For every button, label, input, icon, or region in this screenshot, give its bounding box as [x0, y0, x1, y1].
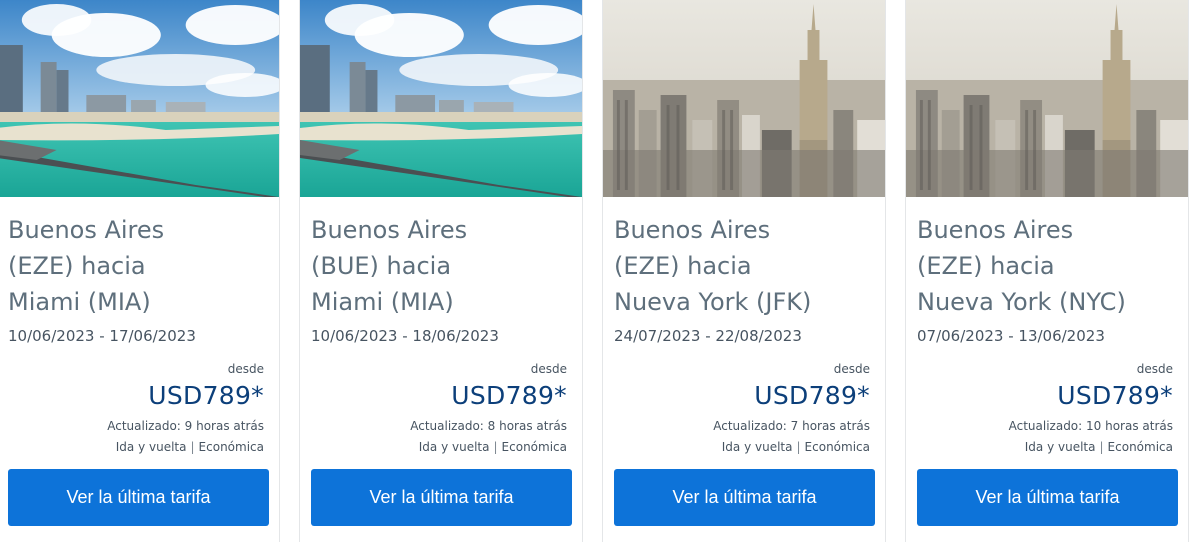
trip-type: Ida y vuelta — [115, 440, 187, 454]
updated-time: Actualizado: 10 horas atrás — [1008, 419, 1173, 433]
travel-dates: 10/06/2023 - 18/06/2023 — [311, 327, 499, 345]
route-title: Buenos Aires (BUE) hacia Miami (MIA) — [311, 212, 573, 320]
route-origin-code: (EZE) hacia — [8, 252, 146, 280]
trip-details: Ida y vuelta | Económica — [116, 440, 264, 454]
view-latest-fare-button[interactable]: Ver la última tarifa — [917, 469, 1178, 526]
cabin-class: Económica — [501, 440, 567, 454]
route-origin-code: (BUE) hacia — [311, 252, 452, 280]
trip-type: Ida y vuelta — [721, 440, 793, 454]
fare-price: USD789* — [754, 381, 870, 410]
view-latest-fare-button[interactable]: Ver la última tarifa — [311, 469, 572, 526]
cabin-class: Económica — [1107, 440, 1173, 454]
from-label: desde — [1136, 362, 1173, 376]
route-origin: Buenos Aires — [311, 216, 468, 244]
updated-time: Actualizado: 7 horas atrás — [713, 419, 870, 433]
trip-separator: | — [190, 440, 195, 454]
new-york-skyline-photo — [603, 0, 885, 197]
route-title: Buenos Aires (EZE) hacia Nueva York (JFK… — [614, 212, 876, 320]
fare-card-miami-eze: Buenos Aires (EZE) hacia Miami (MIA) 10/… — [0, 0, 280, 542]
travel-dates: 07/06/2023 - 13/06/2023 — [917, 327, 1105, 345]
cabin-class: Económica — [804, 440, 870, 454]
fare-card-new-york-jfk: Buenos Aires (EZE) hacia Nueva York (JFK… — [602, 0, 886, 542]
view-latest-fare-button[interactable]: Ver la última tarifa — [8, 469, 269, 526]
fare-card-miami-bue: Buenos Aires (BUE) hacia Miami (MIA) 10/… — [299, 0, 583, 542]
route-origin-code: (EZE) hacia — [614, 252, 752, 280]
route-title: Buenos Aires (EZE) hacia Miami (MIA) — [8, 212, 270, 320]
trip-type: Ida y vuelta — [1024, 440, 1096, 454]
trip-separator: | — [493, 440, 498, 454]
miami-beach-photo — [300, 0, 582, 197]
fare-card-new-york-nyc: Buenos Aires (EZE) hacia Nueva York (NYC… — [905, 0, 1189, 542]
fare-price: USD789* — [1057, 381, 1173, 410]
updated-time: Actualizado: 9 horas atrás — [107, 419, 264, 433]
view-latest-fare-button[interactable]: Ver la última tarifa — [614, 469, 875, 526]
from-label: desde — [833, 362, 870, 376]
travel-dates: 24/07/2023 - 22/08/2023 — [614, 327, 802, 345]
route-origin: Buenos Aires — [917, 216, 1074, 244]
route-destination: Nueva York (JFK) — [614, 288, 812, 316]
route-destination: Miami (MIA) — [8, 288, 151, 316]
new-york-skyline-photo — [906, 0, 1188, 197]
fare-cards-row: Buenos Aires (EZE) hacia Miami (MIA) 10/… — [0, 0, 1200, 542]
trip-separator: | — [1099, 440, 1104, 454]
route-origin: Buenos Aires — [614, 216, 771, 244]
travel-dates: 10/06/2023 - 17/06/2023 — [8, 327, 196, 345]
from-label: desde — [530, 362, 567, 376]
trip-details: Ida y vuelta | Económica — [722, 440, 870, 454]
fare-price: USD789* — [451, 381, 567, 410]
route-origin-code: (EZE) hacia — [917, 252, 1055, 280]
route-destination: Miami (MIA) — [311, 288, 454, 316]
trip-type: Ida y vuelta — [418, 440, 490, 454]
from-label: desde — [227, 362, 264, 376]
updated-time: Actualizado: 8 horas atrás — [410, 419, 567, 433]
route-destination: Nueva York (NYC) — [917, 288, 1126, 316]
trip-details: Ida y vuelta | Económica — [1025, 440, 1173, 454]
miami-beach-photo — [0, 0, 279, 197]
route-title: Buenos Aires (EZE) hacia Nueva York (NYC… — [917, 212, 1179, 320]
cabin-class: Económica — [198, 440, 264, 454]
route-origin: Buenos Aires — [8, 216, 165, 244]
fare-price: USD789* — [148, 381, 264, 410]
trip-separator: | — [796, 440, 801, 454]
trip-details: Ida y vuelta | Económica — [419, 440, 567, 454]
